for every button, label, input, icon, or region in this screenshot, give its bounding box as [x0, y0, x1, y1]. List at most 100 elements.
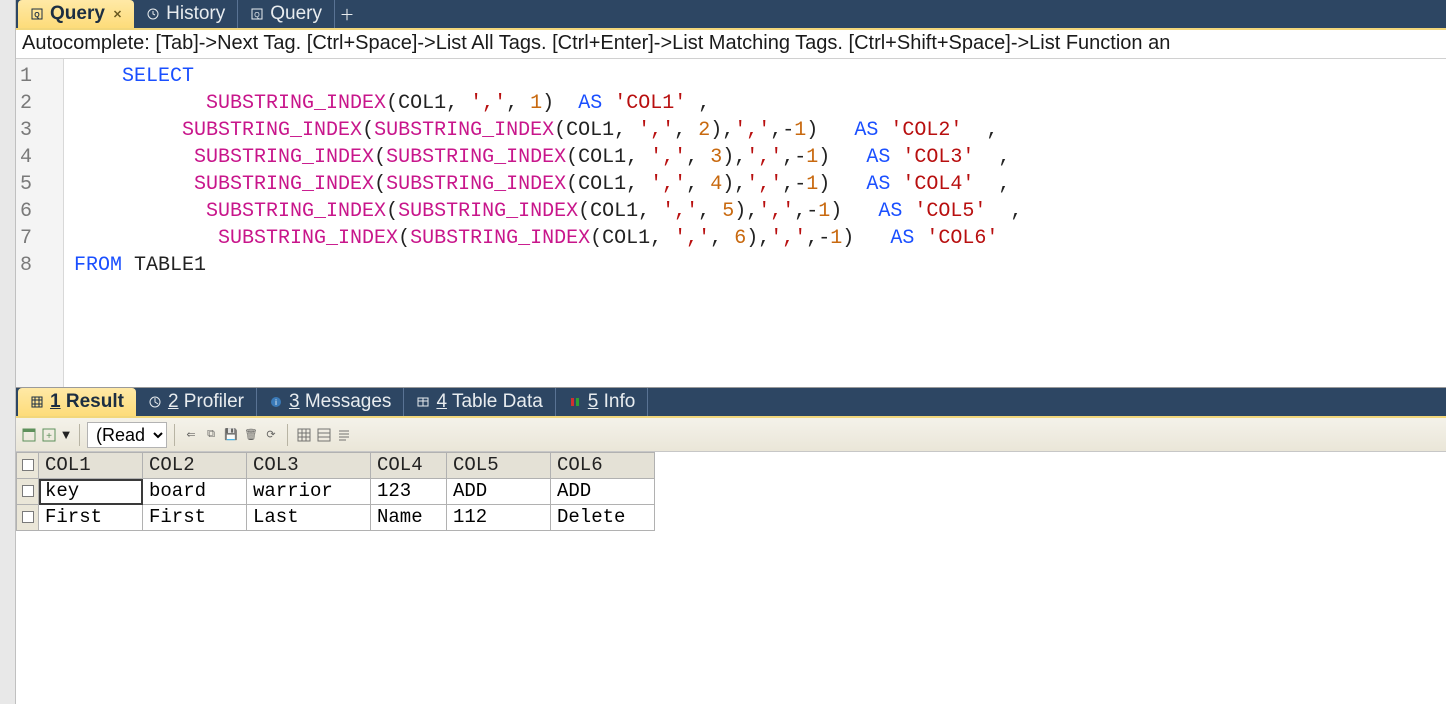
code-line[interactable]: SUBSTRING_INDEX(SUBSTRING_INDEX(COL1, ',… — [74, 144, 1436, 171]
code-line[interactable]: SELECT — [74, 63, 1436, 90]
grid-icon — [30, 395, 44, 409]
result-tabs-bar: 1 Result 2 Profiler i 3 Messages 4 Table Dat… — [16, 388, 1446, 418]
column-header[interactable]: COL5 — [447, 453, 551, 479]
sql-icon: Q — [250, 7, 264, 21]
code-area[interactable]: SELECT SUBSTRING_INDEX(COL1, ',', 1) AS … — [64, 59, 1446, 387]
result-tab-table-data[interactable]: 4 Table Data — [404, 388, 555, 416]
line-number: 7 — [20, 225, 53, 252]
line-number: 5 — [20, 171, 53, 198]
svg-text:+: + — [46, 431, 52, 442]
row-header[interactable] — [17, 479, 39, 505]
cell[interactable]: Last — [247, 505, 371, 531]
top-tab-label: Query — [50, 3, 105, 25]
line-number: 2 — [20, 90, 53, 117]
grid-refresh-icon[interactable] — [20, 426, 38, 444]
copy-icon[interactable]: ⧉ — [202, 426, 220, 444]
result-tab-label: 2 Profiler — [168, 391, 244, 413]
line-number: 3 — [20, 117, 53, 144]
toolbar-seg-view — [295, 426, 353, 444]
result-tab-label: 3 Messages — [289, 391, 391, 413]
result-tab-label: 1 Result — [50, 391, 124, 413]
checkbox-icon[interactable] — [22, 485, 34, 497]
messages-icon: i — [269, 395, 283, 409]
delete-icon[interactable]: 🗑 — [242, 426, 260, 444]
add-tab-button[interactable]: ＋ — [335, 0, 359, 28]
sql-editor[interactable]: 12345678 SELECT SUBSTRING_INDEX(COL1, ',… — [16, 59, 1446, 388]
toolbar-separator — [287, 424, 288, 446]
line-number: 4 — [20, 144, 53, 171]
cell[interactable]: ADD — [551, 479, 655, 505]
cell[interactable]: First — [39, 505, 143, 531]
result-tab-label: 5 Info — [588, 391, 636, 413]
column-header[interactable]: COL6 — [551, 453, 655, 479]
line-number: 1 — [20, 63, 53, 90]
cell[interactable]: First — [143, 505, 247, 531]
line-number: 8 — [20, 252, 53, 279]
result-tab-messages[interactable]: i 3 Messages — [257, 388, 404, 416]
save-icon[interactable]: 💾 — [222, 426, 240, 444]
column-header[interactable]: COL3 — [247, 453, 371, 479]
grid-mode-select[interactable]: (Read — [87, 422, 167, 448]
code-line[interactable]: SUBSTRING_INDEX(SUBSTRING_INDEX(COL1, ',… — [74, 171, 1436, 198]
grid-corner[interactable] — [17, 453, 39, 479]
cell[interactable]: ADD — [447, 479, 551, 505]
result-tab-profiler[interactable]: 2 Profiler — [136, 388, 257, 416]
main-panel: Q Query ✕ History Q Query ＋ Autocomplete: [Tab… — [16, 0, 1446, 704]
column-header[interactable]: COL4 — [371, 453, 447, 479]
close-icon[interactable]: ✕ — [113, 8, 122, 21]
table-row[interactable]: FirstFirst Last Name112Delete — [17, 505, 655, 531]
line-number: 6 — [20, 198, 53, 225]
cell[interactable]: key — [39, 479, 143, 505]
top-tab-2[interactable]: Q Query — [238, 0, 335, 28]
checkbox-icon[interactable] — [22, 511, 34, 523]
cell[interactable]: Name — [371, 505, 447, 531]
view-form-icon[interactable] — [315, 426, 333, 444]
sql-icon: Q — [30, 7, 44, 21]
toolbar-separator — [79, 424, 80, 446]
result-tab-label: 4 Table Data — [436, 391, 542, 413]
export-icon[interactable]: ⇐ — [182, 426, 200, 444]
table-icon — [416, 395, 430, 409]
history-icon — [146, 7, 160, 21]
autocomplete-hint: Autocomplete: [Tab]->Next Tag. [Ctrl+Spa… — [16, 30, 1446, 59]
row-header[interactable] — [17, 505, 39, 531]
svg-text:i: i — [275, 398, 277, 407]
result-grid[interactable]: COL1COL2COL3COL4COL5COL6keyboard warrior… — [16, 452, 655, 531]
dropdown-icon[interactable]: ▼ — [60, 429, 72, 441]
top-tabs-bar: Q Query ✕ History Q Query ＋ — [16, 0, 1446, 30]
code-line[interactable]: SUBSTRING_INDEX(COL1, ',', 1) AS 'COL1' … — [74, 90, 1436, 117]
cell[interactable]: 123 — [371, 479, 447, 505]
column-header[interactable]: COL1 — [39, 453, 143, 479]
table-row[interactable]: keyboard warrior123ADDADD — [17, 479, 655, 505]
top-tab-label: History — [166, 3, 225, 25]
profiler-icon — [148, 395, 162, 409]
toolbar-separator — [174, 424, 175, 446]
refresh-icon[interactable]: ⟳ — [262, 426, 280, 444]
top-tab-label: Query — [270, 3, 322, 25]
code-line[interactable]: SUBSTRING_INDEX(SUBSTRING_INDEX(COL1, ',… — [74, 225, 1436, 252]
result-tab-info[interactable]: 5 Info — [556, 388, 649, 416]
top-tab-1[interactable]: History — [134, 0, 238, 28]
svg-text:Q: Q — [255, 12, 261, 19]
result-tab-result[interactable]: 1 Result — [18, 388, 136, 416]
cell[interactable]: 112 — [447, 505, 551, 531]
view-grid-icon[interactable] — [295, 426, 313, 444]
app-root: Q Query ✕ History Q Query ＋ Autocomplete: [Tab… — [0, 0, 1446, 704]
top-tab-0[interactable]: Q Query ✕ — [18, 0, 134, 28]
cell[interactable]: board — [143, 479, 247, 505]
grid-add-icon[interactable]: + — [40, 426, 58, 444]
code-line[interactable]: FROM TABLE1 — [74, 252, 1436, 279]
view-text-icon[interactable] — [335, 426, 353, 444]
checkbox-icon[interactable] — [22, 459, 34, 471]
toolbar-seg-left: + ▼ — [20, 426, 72, 444]
svg-text:Q: Q — [34, 12, 40, 19]
info-icon — [568, 395, 582, 409]
column-header[interactable]: COL2 — [143, 453, 247, 479]
result-grid-wrap: COL1COL2COL3COL4COL5COL6keyboard warrior… — [16, 452, 1446, 704]
line-number-gutter: 12345678 — [16, 59, 64, 387]
result-toolbar: + ▼ (Read ⇐ ⧉ 💾 🗑 ⟳ — [16, 418, 1446, 452]
cell[interactable]: warrior — [247, 479, 371, 505]
code-line[interactable]: SUBSTRING_INDEX(SUBSTRING_INDEX(COL1, ',… — [74, 198, 1436, 225]
cell[interactable]: Delete — [551, 505, 655, 531]
code-line[interactable]: SUBSTRING_INDEX(SUBSTRING_INDEX(COL1, ',… — [74, 117, 1436, 144]
